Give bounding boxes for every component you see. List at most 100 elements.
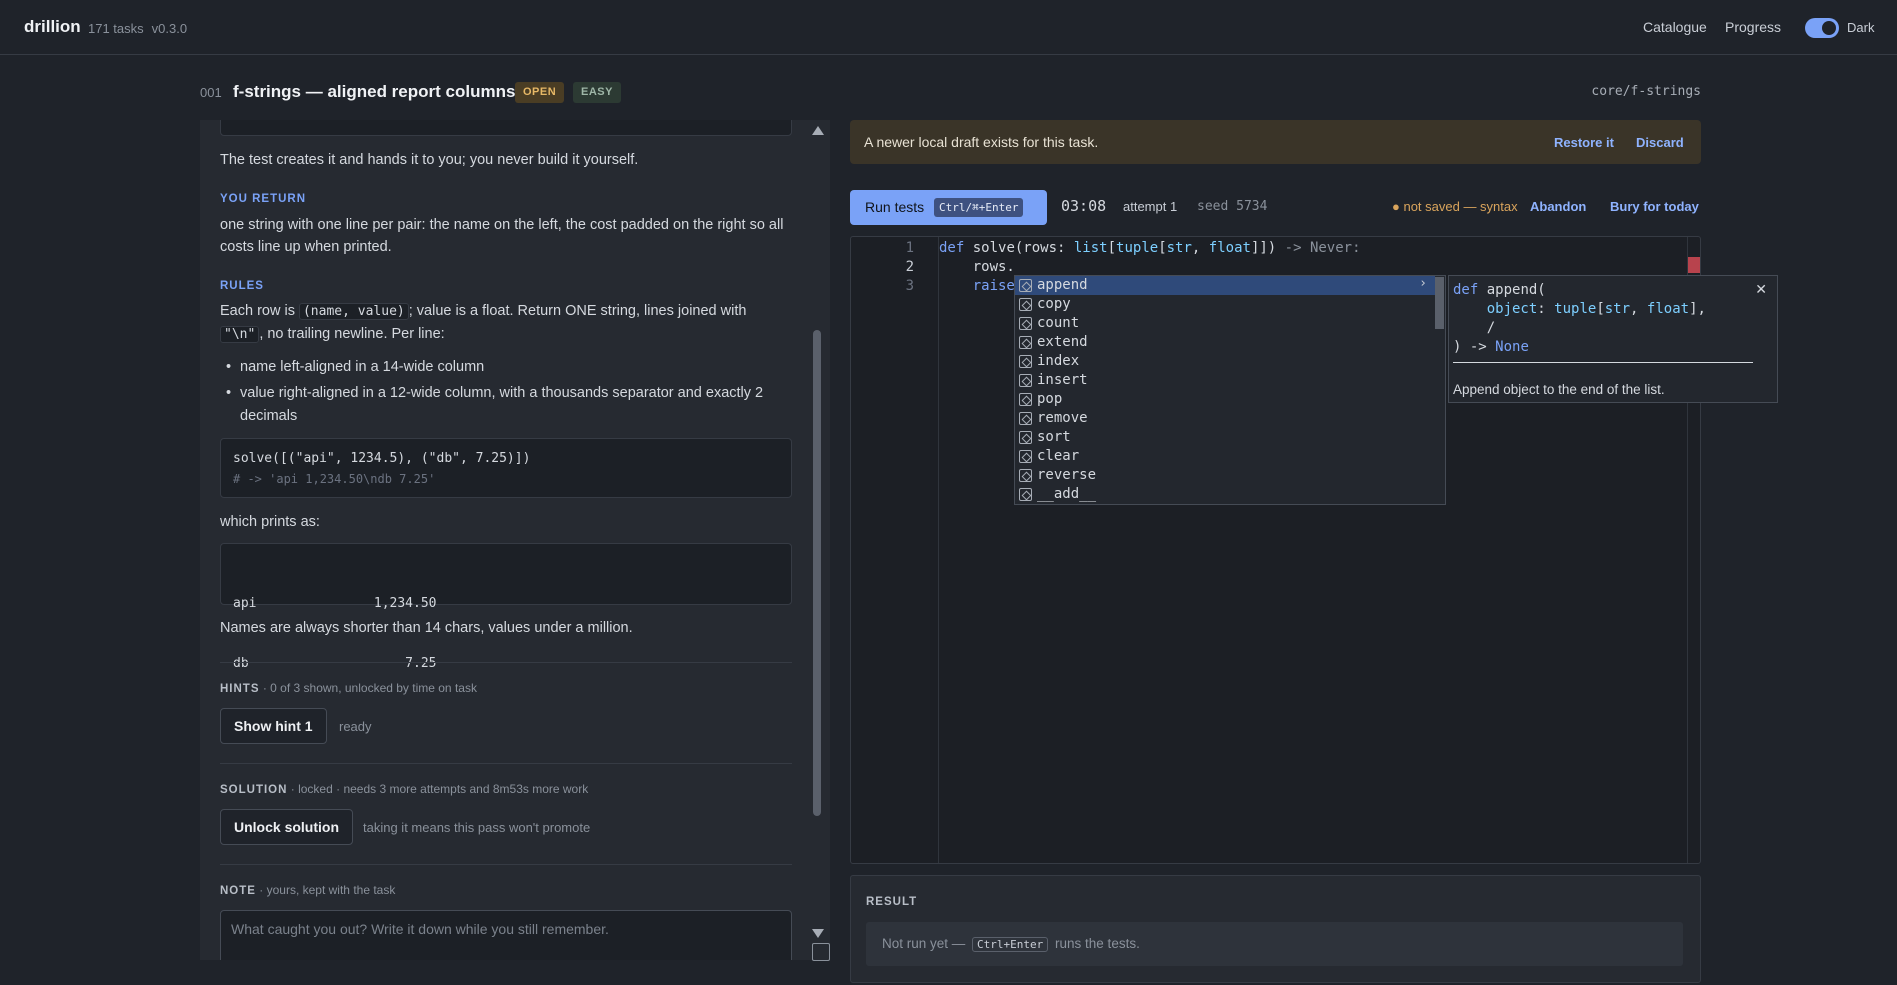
autocomplete-item[interactable]: sort bbox=[1015, 428, 1435, 447]
method-icon bbox=[1019, 317, 1032, 330]
method-icon bbox=[1019, 336, 1032, 349]
autocomplete-list[interactable]: append › copy count extend index insert p… bbox=[1014, 275, 1446, 505]
unlock-note: taking it means this pass won't promote bbox=[363, 820, 591, 835]
method-icon bbox=[1019, 488, 1032, 501]
rules-text-b: ; value is a float. Return ONE string, l… bbox=[408, 303, 747, 319]
signature-doc-popup: ✕ def append( object: tuple[str, float],… bbox=[1448, 275, 1778, 403]
bury-link[interactable]: Bury for today bbox=[1610, 199, 1699, 214]
names-note: Names are always shorter than 14 chars, … bbox=[220, 620, 633, 636]
type-tuple: tuple bbox=[1554, 301, 1597, 317]
autocomplete-item[interactable]: __add__ bbox=[1015, 485, 1435, 504]
output-code-block: api 1,234.50 db 7.25 bbox=[220, 543, 792, 671]
scrollbar-thumb[interactable] bbox=[813, 330, 821, 816]
toggle-knob bbox=[1822, 21, 1836, 35]
run-tests-button[interactable]: Run tests Ctrl/⌘+Enter bbox=[850, 190, 1047, 225]
note-heading: NOTE · yours, kept with the task bbox=[220, 883, 395, 897]
error-marker bbox=[1688, 257, 1700, 273]
doc-signature-line: def append( bbox=[1453, 282, 1546, 298]
scroll-up-icon[interactable] bbox=[812, 126, 824, 135]
code-line[interactable]: raise bbox=[939, 278, 1015, 294]
scroll-down-icon[interactable] bbox=[812, 929, 824, 938]
method-icon bbox=[1019, 431, 1032, 444]
kw-def: def bbox=[1453, 282, 1479, 298]
result-text: Not run yet — Ctrl+Enter runs the tests. bbox=[882, 936, 1140, 952]
doc-divider bbox=[1453, 362, 1753, 363]
doc-signature-line: object: tuple[str, float], bbox=[1453, 301, 1706, 317]
run-tests-label: Run tests bbox=[865, 199, 925, 215]
draft-message: A newer local draft exists for this task… bbox=[864, 134, 1099, 150]
you-return-label: YOU RETURN bbox=[220, 193, 307, 205]
type-str: str bbox=[1604, 301, 1631, 317]
item-label: count bbox=[1037, 315, 1080, 331]
method-icon bbox=[1019, 374, 1032, 387]
result-panel: RESULT Not run yet — Ctrl+Enter runs the… bbox=[850, 875, 1701, 983]
rules-list: name left-aligned in a 14-wide column va… bbox=[220, 356, 792, 431]
hints-label: HINTS bbox=[220, 683, 260, 695]
autocomplete-scrollbar[interactable] bbox=[1435, 277, 1444, 329]
line-gutter: 1 2 3 bbox=[851, 237, 939, 863]
autocomplete-item[interactable]: remove bbox=[1015, 409, 1435, 428]
discard-draft-link[interactable]: Discard bbox=[1636, 135, 1684, 150]
line-number: 2 bbox=[905, 259, 914, 275]
divider bbox=[220, 864, 792, 865]
item-label: pop bbox=[1037, 391, 1063, 407]
type-tuple: tuple bbox=[1116, 240, 1159, 256]
solution-meta: · locked · needs 3 more attempts and 8m5… bbox=[287, 782, 589, 796]
result-label: RESULT bbox=[866, 896, 918, 908]
line-number: 1 bbox=[905, 240, 914, 256]
item-label: copy bbox=[1037, 296, 1071, 312]
autocomplete-item[interactable]: clear bbox=[1015, 447, 1435, 466]
bracket: [ bbox=[1158, 240, 1167, 256]
doc-signature-line: / bbox=[1453, 320, 1496, 336]
nav-catalogue[interactable]: Catalogue bbox=[1643, 19, 1707, 35]
item-label: sort bbox=[1037, 429, 1071, 445]
type-float: float bbox=[1646, 301, 1690, 317]
note-meta: · yours, kept with the task bbox=[255, 883, 396, 897]
note-label: NOTE bbox=[220, 885, 256, 897]
autocomplete-item[interactable]: append › bbox=[1015, 276, 1435, 295]
example-call: solve([("api", 1234.5), ("db", 7.25)]) bbox=[233, 451, 531, 466]
line-number: 3 bbox=[905, 278, 914, 294]
task-description-panel[interactable]: The test creates it and hands it to you;… bbox=[200, 120, 830, 960]
chevron-right-icon[interactable]: › bbox=[1419, 276, 1427, 291]
autocomplete-item[interactable]: reverse bbox=[1015, 466, 1435, 485]
divider bbox=[220, 763, 792, 764]
type-float: float bbox=[1208, 240, 1251, 256]
rules-text-a: Each row is bbox=[220, 303, 299, 319]
comma: , bbox=[1630, 301, 1647, 317]
autocomplete-item[interactable]: pop bbox=[1015, 390, 1435, 409]
method-icon bbox=[1019, 298, 1032, 311]
output-line: db 7.25 bbox=[233, 656, 437, 671]
autocomplete-item[interactable]: index bbox=[1015, 352, 1435, 371]
bracket: [ bbox=[1596, 301, 1605, 317]
close-icon[interactable]: ✕ bbox=[1755, 281, 1767, 298]
method-icon bbox=[1019, 279, 1032, 292]
unlock-solution-button[interactable]: Unlock solution bbox=[220, 809, 353, 845]
restore-draft-link[interactable]: Restore it bbox=[1554, 135, 1614, 150]
item-label: clear bbox=[1037, 448, 1080, 464]
show-hint-button[interactable]: Show hint 1 bbox=[220, 708, 327, 744]
nav-progress[interactable]: Progress bbox=[1725, 19, 1781, 35]
code-line[interactable]: rows. bbox=[939, 259, 1015, 275]
intro-text: The test creates it and hands it to you;… bbox=[220, 152, 639, 168]
autocomplete-item[interactable]: copy bbox=[1015, 295, 1435, 314]
close-brackets: ]]) bbox=[1250, 240, 1277, 256]
code-line[interactable]: def solve(rows: list[tuple[str, float]])… bbox=[939, 240, 1361, 256]
doc-colon: : bbox=[1537, 301, 1555, 317]
type-list: list bbox=[1073, 240, 1108, 256]
abandon-link[interactable]: Abandon bbox=[1530, 199, 1586, 214]
type-none: None bbox=[1495, 339, 1529, 355]
result-text-b: runs the tests. bbox=[1051, 936, 1140, 951]
app-logo[interactable]: drillion bbox=[24, 17, 81, 37]
autocomplete-item[interactable]: count bbox=[1015, 314, 1435, 333]
left-panel-scrollbar[interactable] bbox=[809, 122, 825, 942]
run-shortcut-kbd: Ctrl/⌘+Enter bbox=[934, 198, 1024, 217]
autocomplete-item[interactable]: extend bbox=[1015, 333, 1435, 352]
autocomplete-item[interactable]: insert bbox=[1015, 371, 1435, 390]
item-label: index bbox=[1037, 353, 1080, 369]
solution-heading: SOLUTION · locked · needs 3 more attempt… bbox=[220, 782, 588, 796]
theme-toggle[interactable] bbox=[1805, 18, 1839, 38]
result-text-a: Not run yet — bbox=[882, 936, 970, 951]
resize-handle-icon[interactable] bbox=[812, 943, 830, 961]
note-textarea[interactable]: What caught you out? Write it down while… bbox=[220, 910, 792, 960]
